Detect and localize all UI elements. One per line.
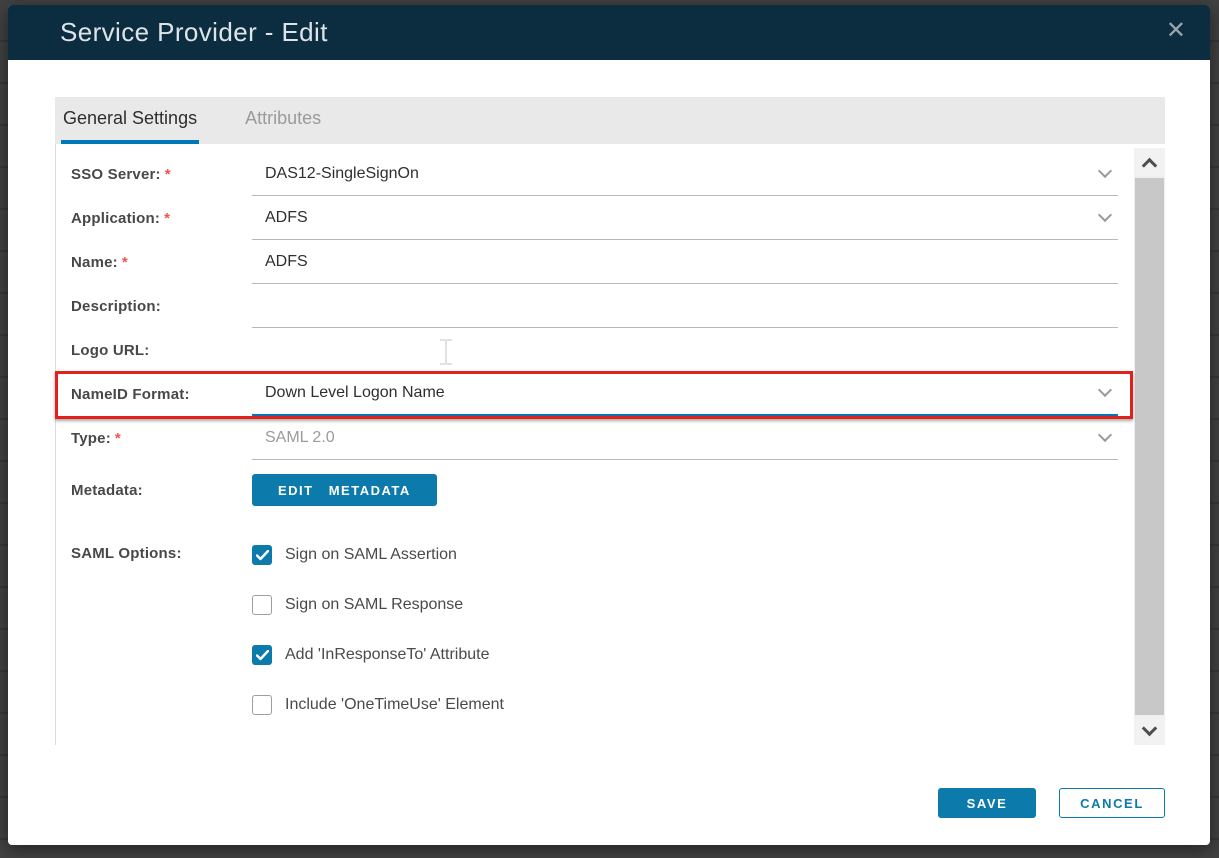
saml-option-item[interactable]: Include 'OneTimeUse' Element — [252, 690, 723, 720]
check-icon — [256, 650, 269, 661]
saml-option-label: Sign on SAML Assertion — [285, 546, 457, 564]
field-label-text: Name: — [71, 254, 118, 271]
scrollbar — [1134, 148, 1165, 745]
saml-option-item[interactable]: Sign on SAML Assertion — [252, 540, 723, 570]
form-row-application: Application:*ADFS — [56, 196, 1133, 240]
saml-options-row: SAML Options: Sign on SAML AssertionSign… — [56, 540, 1133, 745]
dropdown-6: SAML 2.0 — [252, 416, 1118, 460]
scrollbar-thumb[interactable] — [1135, 178, 1164, 715]
dropdown-5[interactable]: Down Level Logon Name — [252, 372, 1118, 416]
metadata-row: Metadata: EDIT METADATA — [56, 466, 1133, 514]
scroll-down-button[interactable] — [1134, 717, 1165, 745]
field-value: ADFS — [252, 253, 308, 271]
save-button[interactable]: SAVE — [938, 788, 1036, 818]
saml-options-label: SAML Options: — [71, 540, 252, 562]
scrollbar-track[interactable] — [1134, 176, 1165, 717]
checkbox-unchecked[interactable] — [252, 695, 272, 715]
saml-option-label: Include 'OneTimeUse' Element — [285, 696, 504, 714]
required-asterisk: * — [164, 210, 170, 227]
edit-metadata-button[interactable]: EDIT METADATA — [252, 474, 437, 506]
saml-options-list: Sign on SAML Assertion Sign on SAML Respo… — [252, 540, 723, 745]
checkbox-unchecked[interactable] — [252, 595, 272, 615]
form-rows: SSO Server:*DAS12-SingleSignOnApplicatio… — [56, 152, 1133, 460]
field-label-text: Application: — [71, 210, 160, 227]
form-scroll-area: SSO Server:*DAS12-SingleSignOnApplicatio… — [55, 144, 1133, 745]
field-label-text: Logo URL: — [71, 342, 149, 359]
field-label: Application:* — [71, 210, 252, 227]
dialog-title: Service Provider - Edit — [60, 17, 328, 48]
chevron-down-icon — [1098, 383, 1112, 397]
field-value: SAML 2.0 — [252, 429, 335, 447]
settings-panel: General SettingsAttributes SSO Server:*D… — [55, 97, 1165, 745]
service-provider-edit-dialog: Service Provider - Edit ✕ General Settin… — [8, 5, 1210, 845]
chevron-up-icon — [1142, 157, 1158, 173]
scroll-up-button[interactable] — [1134, 148, 1165, 176]
chevron-down-icon — [1098, 427, 1112, 441]
dialog-footer: SAVE CANCEL — [938, 788, 1165, 818]
chevron-down-icon — [1098, 163, 1112, 177]
saml-option-label: Sign on SAML Response — [285, 596, 463, 614]
chevron-down-icon — [1142, 721, 1158, 737]
metadata-label: Metadata: — [71, 482, 252, 499]
form-row-logo-url: Logo URL: — [56, 328, 1133, 372]
field-label-text: Type: — [71, 430, 111, 447]
field-label: Name:* — [71, 254, 252, 271]
required-asterisk: * — [165, 166, 171, 183]
saml-option-label: Add 'InResponseTo' Attribute — [285, 646, 489, 664]
field-label: Type:* — [71, 430, 252, 447]
saml-option-item[interactable]: Allow Using Assertion Consumer Service f… — [252, 740, 723, 745]
field-value: DAS12-SingleSignOn — [252, 165, 419, 183]
checkbox-checked[interactable] — [252, 645, 272, 665]
field-label-text: NameID Format: — [71, 386, 190, 403]
field-label-text: SSO Server: — [71, 166, 161, 183]
field-label: Description: — [71, 298, 252, 315]
input-4[interactable] — [252, 328, 1118, 372]
saml-option-item[interactable]: Sign on SAML Response — [252, 590, 723, 620]
tab-attributes[interactable]: Attributes — [243, 97, 323, 144]
dialog-header: Service Provider - Edit ✕ — [8, 5, 1210, 60]
check-icon — [256, 550, 269, 561]
field-value: ADFS — [252, 209, 308, 227]
field-label: NameID Format: — [71, 386, 252, 403]
form-row-sso-server: SSO Server:*DAS12-SingleSignOn — [56, 152, 1133, 196]
checkbox-checked[interactable] — [252, 545, 272, 565]
required-asterisk: * — [122, 254, 128, 271]
cancel-button[interactable]: CANCEL — [1059, 788, 1165, 818]
tab-general-settings[interactable]: General Settings — [61, 97, 199, 144]
form-row-type: Type:*SAML 2.0 — [56, 416, 1133, 460]
form-row-description: Description: — [56, 284, 1133, 328]
field-label: SSO Server:* — [71, 166, 252, 183]
form-row-name: Name:*ADFS — [56, 240, 1133, 284]
input-2[interactable]: ADFS — [252, 240, 1118, 284]
field-value: Down Level Logon Name — [252, 384, 445, 402]
form-row-nameid-format: NameID Format: Down Level Logon Name — [56, 372, 1133, 416]
field-label-text: Description: — [71, 298, 161, 315]
chevron-down-icon — [1098, 207, 1112, 221]
field-label: Logo URL: — [71, 342, 252, 359]
tab-bar: General Settings Attributes — [55, 97, 1165, 144]
required-asterisk: * — [115, 430, 121, 447]
close-icon[interactable]: ✕ — [1166, 17, 1186, 45]
dropdown-0[interactable]: DAS12-SingleSignOn — [252, 152, 1118, 196]
saml-option-item[interactable]: Add 'InResponseTo' Attribute — [252, 640, 723, 670]
dropdown-1[interactable]: ADFS — [252, 196, 1118, 240]
input-3[interactable] — [252, 284, 1118, 328]
